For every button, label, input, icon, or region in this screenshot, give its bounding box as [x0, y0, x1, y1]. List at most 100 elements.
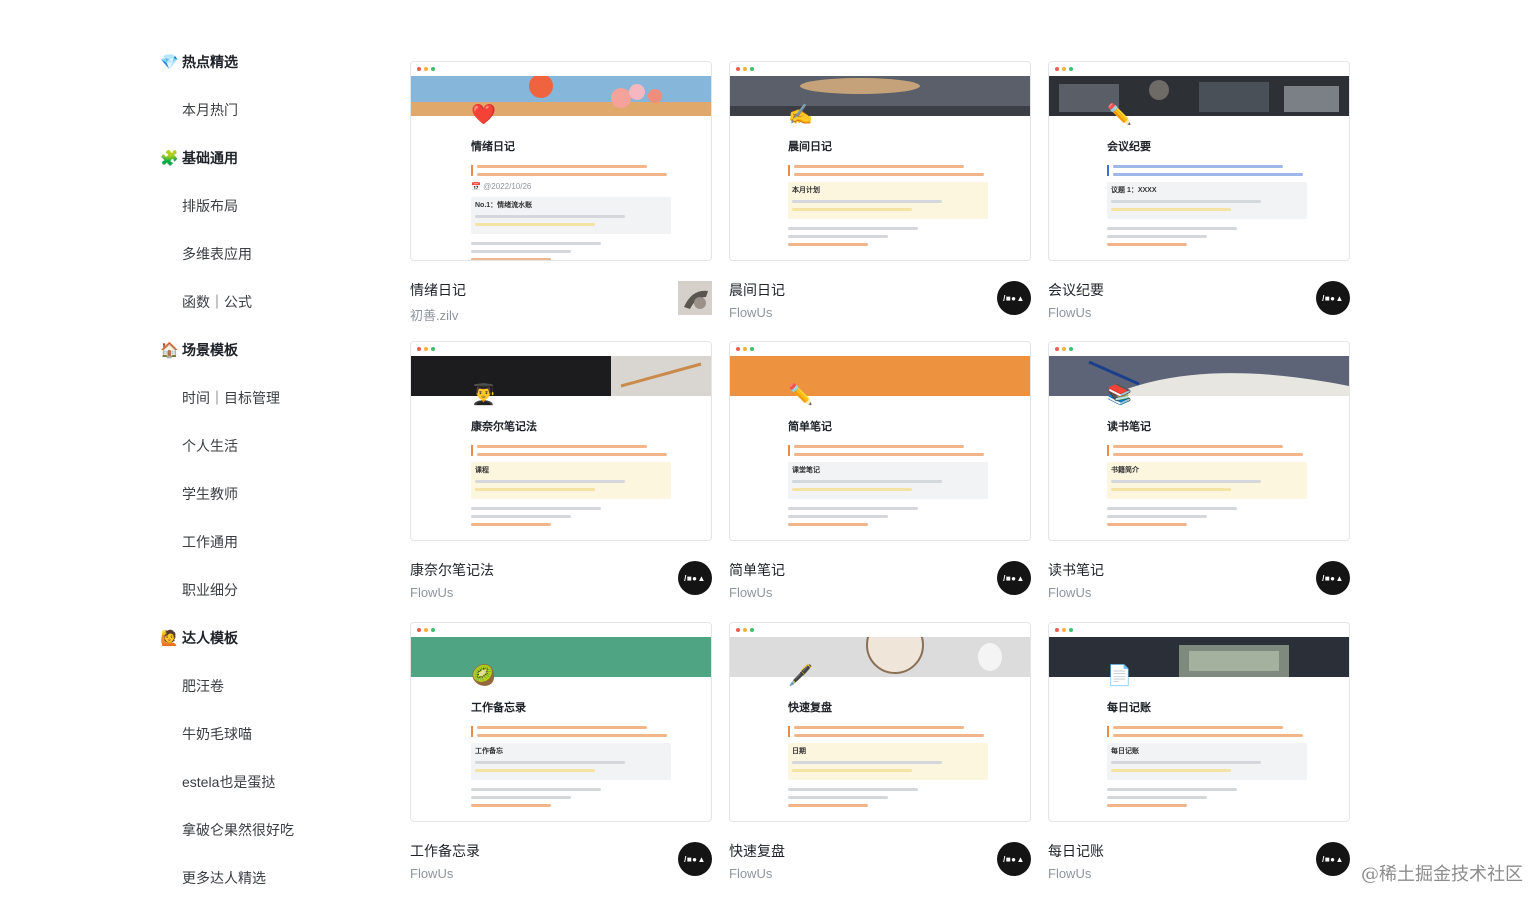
card-title[interactable]: 每日记账 — [1048, 841, 1104, 861]
template-preview[interactable]: 🥝 工作备忘录 工作备忘 — [410, 622, 712, 822]
preview-section: 日期 — [792, 748, 806, 755]
sidebar-label: 多维表应用 — [182, 246, 252, 262]
card-title[interactable]: 简单笔记 — [729, 560, 785, 580]
sidebar-group-2[interactable]: 🧩 基础通用 — [160, 134, 360, 182]
flowus-logo-avatar[interactable]: /■●▲ — [997, 842, 1031, 876]
preview-date: 📅 @2022/10/26 — [471, 182, 532, 191]
window-dots-icon — [1055, 628, 1073, 632]
window-dots-icon — [1055, 347, 1073, 351]
watermark: @稀土掘金技术社区 — [1361, 864, 1523, 885]
card-author[interactable]: FlowUs — [729, 585, 772, 600]
card-title[interactable]: 会议纪要 — [1048, 280, 1104, 300]
template-card[interactable]: ✏️ 简单笔记 课堂笔记 简单笔记 FlowUs /■●▲ — [729, 341, 1031, 603]
template-preview[interactable]: ✍️ 晨间日记 本月计划 — [729, 61, 1031, 261]
sidebar-item-14[interactable]: 牛奶毛球喵 — [160, 710, 360, 758]
preview-title: 晨间日记 — [788, 141, 832, 153]
sidebar-item-1[interactable]: 本月热门 — [160, 86, 360, 134]
template-preview[interactable]: 📄 每日记账 每日记账 — [1048, 622, 1350, 822]
sidebar-label: estela也是蛋挞 — [182, 774, 276, 790]
template-card[interactable]: 🖋️ 快速复盘 日期 快速复盘 FlowUs /■●▲ — [729, 622, 1031, 884]
sidebar-item-16[interactable]: 拿破仑果然很好吃 — [160, 806, 360, 854]
window-dots-icon — [736, 347, 754, 351]
cover-image — [730, 356, 1030, 396]
preview-panel: 工作备忘 — [471, 743, 671, 780]
flowus-logo-avatar[interactable]: /■●▲ — [678, 842, 712, 876]
sidebar-item-7[interactable]: 时间｜目标管理 — [160, 374, 360, 422]
template-card[interactable]: ✏️ 会议纪要 议题 1：XXXX 会议纪要 FlowUs /■●▲ — [1048, 61, 1350, 323]
preview-section: 每日记账 — [1111, 748, 1139, 755]
card-author[interactable]: FlowUs — [410, 866, 453, 881]
preview-body: 议题 1：XXXX — [1107, 160, 1307, 251]
preview-panel: 议题 1：XXXX — [1107, 182, 1307, 219]
sidebar-label: 时间｜目标管理 — [182, 390, 280, 406]
sidebar-item-13[interactable]: 肥汪卷 — [160, 662, 360, 710]
template-card[interactable]: ❤️ 情绪日记 📅 @2022/10/26 No.1：情绪流水账 情绪日记 初善… — [410, 61, 712, 323]
card-meta: 简单笔记 FlowUs /■●▲ — [729, 541, 1031, 603]
sidebar-item-11[interactable]: 职业细分 — [160, 566, 360, 614]
sidebar-item-17[interactable]: 更多达人精选 — [160, 854, 360, 902]
cover-image — [1049, 637, 1349, 677]
template-preview[interactable]: ✏️ 简单笔记 课堂笔记 — [729, 341, 1031, 541]
sidebar-label: 工作通用 — [182, 534, 238, 550]
sidebar-group-12[interactable]: 🙋 达人模板 — [160, 614, 360, 662]
flowus-logo-avatar[interactable]: /■●▲ — [997, 561, 1031, 595]
cover-image — [1049, 76, 1349, 116]
flowus-logo-avatar[interactable]: /■●▲ — [997, 281, 1031, 315]
window-dots-icon — [417, 67, 435, 71]
card-title[interactable]: 工作备忘录 — [410, 841, 480, 861]
author-avatar[interactable] — [678, 281, 712, 315]
page-emoji-icon: 📄 — [1107, 665, 1132, 687]
card-meta: 会议纪要 FlowUs /■●▲ — [1048, 261, 1350, 323]
preview-section: 课程 — [475, 467, 489, 474]
sidebar-label: 本月热门 — [182, 102, 238, 118]
sidebar-item-9[interactable]: 学生教师 — [160, 470, 360, 518]
template-card[interactable]: 🥝 工作备忘录 工作备忘 工作备忘录 FlowUs /■●▲ — [410, 622, 712, 884]
sidebar-item-5[interactable]: 函数｜公式 — [160, 278, 360, 326]
card-meta: 快速复盘 FlowUs /■●▲ — [729, 822, 1031, 884]
preview-section: 议题 1：XXXX — [1111, 187, 1157, 194]
sidebar-item-10[interactable]: 工作通用 — [160, 518, 360, 566]
card-title[interactable]: 康奈尔笔记法 — [410, 560, 494, 580]
template-preview[interactable]: ❤️ 情绪日记 📅 @2022/10/26 No.1：情绪流水账 — [410, 61, 712, 261]
preview-quote — [471, 445, 671, 456]
card-meta: 晨间日记 FlowUs /■●▲ — [729, 261, 1031, 323]
preview-quote — [788, 726, 988, 737]
sidebar-item-4[interactable]: 多维表应用 — [160, 230, 360, 278]
preview-panel: 每日记账 — [1107, 743, 1307, 780]
card-author[interactable]: FlowUs — [729, 866, 772, 881]
cover-image — [411, 356, 711, 396]
preview-panel: 课堂笔记 — [788, 462, 988, 499]
flowus-logo-avatar[interactable]: /■●▲ — [1316, 842, 1350, 876]
template-preview[interactable]: 👨‍🎓 康奈尔笔记法 课程 — [410, 341, 712, 541]
sidebar-item-15[interactable]: estela也是蛋挞 — [160, 758, 360, 806]
card-title[interactable]: 快速复盘 — [729, 841, 785, 861]
template-card[interactable]: ✍️ 晨间日记 本月计划 晨间日记 FlowUs /■●▲ — [729, 61, 1031, 323]
card-author[interactable]: 初善.zilv — [410, 305, 458, 324]
flowus-logo-avatar[interactable]: /■●▲ — [1316, 281, 1350, 315]
template-preview[interactable]: 📚 读书笔记 书籍简介 — [1048, 341, 1350, 541]
template-card[interactable]: 👨‍🎓 康奈尔笔记法 课程 康奈尔笔记法 FlowUs — [410, 341, 712, 603]
card-author[interactable]: FlowUs — [729, 305, 772, 320]
page-emoji-icon: ❤️ — [471, 104, 496, 126]
template-card[interactable]: 📄 每日记账 每日记账 每日记账 FlowUs /■●▲ — [1048, 622, 1350, 884]
card-title[interactable]: 读书笔记 — [1048, 560, 1104, 580]
sidebar-group-0[interactable]: 💎 热点精选 — [160, 38, 360, 86]
card-title[interactable]: 情绪日记 — [410, 280, 466, 300]
template-card[interactable]: 📚 读书笔记 书籍简介 读书笔记 FlowUs /■●▲ — [1048, 341, 1350, 603]
preview-panel: 书籍简介 — [1107, 462, 1307, 499]
card-author[interactable]: FlowUs — [410, 585, 453, 600]
sidebar-item-3[interactable]: 排版布局 — [160, 182, 360, 230]
card-author[interactable]: FlowUs — [1048, 866, 1091, 881]
card-author[interactable]: FlowUs — [1048, 585, 1091, 600]
template-preview[interactable]: ✏️ 会议纪要 议题 1：XXXX — [1048, 61, 1350, 261]
flowus-logo-avatar[interactable]: /■●▲ — [1316, 561, 1350, 595]
card-title[interactable]: 晨间日记 — [729, 280, 785, 300]
template-preview[interactable]: 🖋️ 快速复盘 日期 — [729, 622, 1031, 822]
sidebar-item-8[interactable]: 个人生活 — [160, 422, 360, 470]
group-emoji-icon: 🧩 — [160, 150, 179, 167]
card-author[interactable]: FlowUs — [1048, 305, 1091, 320]
sidebar-group-6[interactable]: 🏠 场景模板 — [160, 326, 360, 374]
preview-quote — [471, 726, 671, 737]
page-emoji-icon: ✏️ — [788, 384, 813, 406]
flowus-logo-avatar[interactable]: /■●▲ — [678, 561, 712, 595]
